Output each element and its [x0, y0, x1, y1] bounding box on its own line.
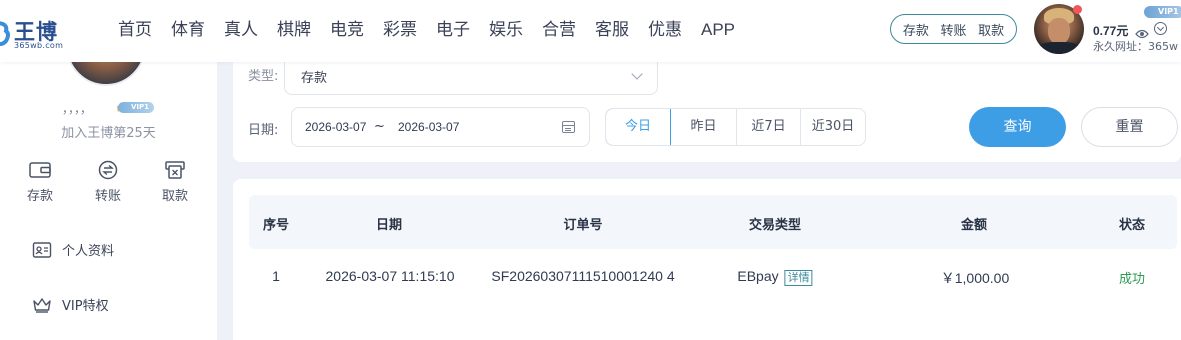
nav-lottery[interactable]: 彩票	[383, 17, 417, 43]
quick-date-yesterday[interactable]: 昨日	[671, 109, 737, 145]
sidebar-item-profile[interactable]: 个人资料	[32, 240, 114, 259]
notification-dot	[1073, 5, 1082, 14]
type-select-value: 存款	[301, 71, 328, 86]
logo-url: 365wb.com	[14, 41, 64, 50]
eye-icon[interactable]	[1135, 24, 1149, 39]
cell-type: EBpay 详情	[737, 268, 813, 286]
nav-affiliate[interactable]: 合营	[542, 17, 576, 43]
account-sidebar: ，，，， VIP1 加入王博第25天 存款 转账 取款 个人资料 VIP特权	[0, 42, 217, 340]
calendar-icon	[562, 121, 575, 133]
quick-date-30-days[interactable]: 近30日	[801, 109, 865, 145]
sidebar-wallet-actions: 存款 转账 取款	[0, 160, 217, 210]
column-header-status: 状态	[1118, 218, 1146, 233]
quick-date-group: 今日 昨日 近7日 近30日	[605, 108, 866, 146]
date-range-picker[interactable]: 2026-03-07 ~ 2026-03-07	[291, 107, 590, 147]
transfer-icon	[96, 160, 120, 180]
quick-wallet-actions: 存款 转账 取款	[890, 14, 1017, 44]
nav-live-casino[interactable]: 真人	[224, 17, 258, 43]
profile-username: ，，，，	[62, 102, 93, 116]
column-header-index: 序号	[262, 218, 290, 233]
date-start: 2026-03-07	[305, 120, 367, 134]
quick-date-today[interactable]: 今日	[606, 109, 671, 145]
column-header-order-no: 订单号	[563, 218, 603, 233]
date-separator: ~	[374, 119, 385, 134]
nav-slots[interactable]: 电子	[436, 17, 470, 43]
cell-status: 成功	[1118, 272, 1146, 287]
reset-button[interactable]: 重置	[1081, 107, 1178, 147]
vip-badge: VIP1	[1144, 6, 1181, 18]
cell-order-no: SF20260307111510001240 4	[491, 268, 675, 284]
date-end: 2026-03-07	[398, 120, 460, 134]
logo-mark-icon	[0, 20, 10, 46]
main-nav: 首页 体育 真人 棋牌 电竞 彩票 电子 娱乐 合营 客服 优惠 APP	[118, 17, 754, 43]
cell-type-label: EBpay	[737, 268, 779, 284]
quick-transfer-button[interactable]: 转账	[940, 20, 966, 39]
sidebar-transfer-button[interactable]: 转账	[83, 160, 133, 204]
sidebar-withdraw-button[interactable]: 取款	[150, 160, 200, 204]
column-header-date: 日期	[375, 218, 403, 233]
nav-support[interactable]: 客服	[595, 17, 629, 43]
column-header-type: 交易类型	[748, 218, 802, 233]
wallet-icon	[28, 160, 52, 180]
crown-icon	[32, 296, 52, 314]
nav-entertainment[interactable]: 娱乐	[489, 17, 523, 43]
wallet-balance: 0.77元	[1093, 24, 1129, 38]
cell-date: 2026-03-07 11:15:10	[325, 268, 455, 284]
withdraw-icon	[163, 160, 187, 180]
permanent-url: 永久网址：365w	[1093, 40, 1178, 53]
nav-app[interactable]: APP	[701, 17, 735, 43]
nav-sports[interactable]: 体育	[171, 17, 205, 43]
top-header: 王博 365wb.com 首页 体育 真人 棋牌 电竞 彩票 电子 娱乐 合营 …	[0, 0, 1181, 62]
type-label: 类型:	[248, 69, 279, 84]
quick-deposit-button[interactable]: 存款	[903, 20, 929, 39]
column-header-amount: 金额	[960, 218, 988, 233]
cell-index: 1	[272, 268, 280, 284]
date-label: 日期:	[248, 123, 279, 138]
quick-withdraw-button[interactable]: 取款	[978, 20, 1004, 39]
brand-logo[interactable]: 王博 365wb.com	[0, 10, 80, 52]
sidebar-deposit-button[interactable]: 存款	[15, 160, 65, 204]
detail-link[interactable]: 详情	[784, 270, 813, 286]
sidebar-item-vip[interactable]: VIP特权	[32, 295, 109, 314]
query-button[interactable]: 查询	[969, 107, 1066, 147]
join-days-text: 加入王博第25天	[61, 126, 156, 141]
nav-promotions[interactable]: 优惠	[648, 17, 682, 43]
chevron-down-icon	[631, 68, 643, 80]
profile-vip-badge: VIP1	[118, 102, 154, 113]
nav-esports[interactable]: 电竞	[330, 17, 364, 43]
account-dropdown-icon[interactable]	[1154, 22, 1167, 35]
cell-amount: ￥1,000.00	[940, 270, 1010, 286]
id-card-icon	[32, 241, 52, 259]
nav-home[interactable]: 首页	[118, 17, 152, 43]
nav-chess-cards[interactable]: 棋牌	[277, 17, 311, 43]
quick-date-7-days[interactable]: 近7日	[737, 109, 801, 145]
